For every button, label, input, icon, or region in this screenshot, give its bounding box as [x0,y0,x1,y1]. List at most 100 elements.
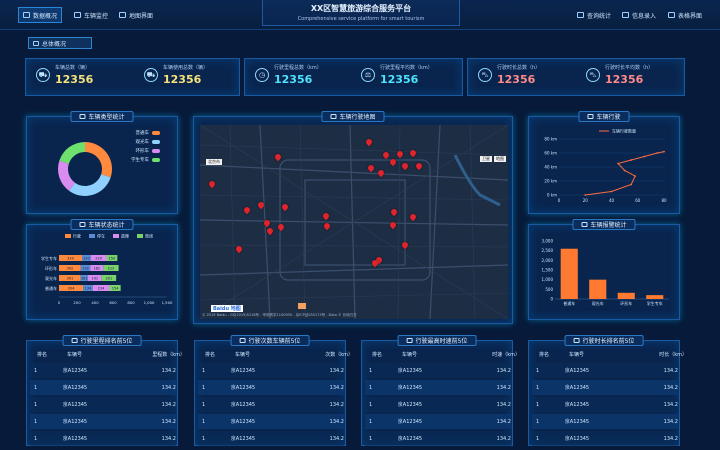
nav-query-stats[interactable]: 查询统计 [573,7,615,23]
cell-rank: 1 [34,367,38,374]
data-label: 150 [109,257,116,261]
category-label: 学生专车 [41,255,57,261]
nav-table-view[interactable]: 表格界面 [664,7,706,23]
column-header: 车辆号 [235,352,251,358]
map-satellite-toggle[interactable]: 卫星 [480,156,492,162]
data-label: 191 [91,277,98,281]
x-tick-label: 200 [73,300,81,305]
stat-vehicle-used: ⛟ 车辆使用总数（辆） 12356 [144,64,208,86]
panel-vehicle-status: 车辆状态统计 行驶 停车 故障 离线 学生专车 320 120 220 150 环形车 302 132… [26,219,178,320]
x-tick-label: 普通车 [563,300,575,306]
rank-icon [406,338,413,343]
table-row[interactable]: 1 京A12345 134.2 [30,380,176,395]
table-row[interactable]: 1 京A12345 134.2 [30,431,176,446]
table-row[interactable]: 1 京A12345 134.2 [532,363,678,378]
table-row[interactable]: 1 京A12345 134.2 [198,397,344,412]
panel-title: 行驶里程排名前5位 [62,335,142,346]
map-poi-marker [298,303,306,309]
nav-vehicle-monitor[interactable]: 车辆监控 [70,7,112,23]
cell-plate: 京A12345 [397,368,423,374]
nav-label: 车辆监控 [84,12,109,20]
page-title: XX区智慧旅游综合服务平台 [310,4,412,13]
cell-plate: 京A12345 [230,402,256,408]
data-label: 212 [108,267,115,271]
panel-title: 车辆报警统计 [572,219,636,230]
table-row[interactable]: 1 京A12345 134.2 [198,363,344,378]
x-tick-label: 40 [609,198,615,203]
stat-mileage-total: ◷ 行驶里程总数（km） 12356 [255,64,322,86]
map-roads [200,125,508,319]
data-label: 301 [66,277,73,281]
page-subtitle: Comprehensive service platform for smart… [297,16,425,22]
cell-plate: 京A12345 [397,385,423,391]
column-header: 排名 [37,352,48,358]
column-header: 排名 [205,352,216,358]
nav-map-view[interactable]: 地图界面 [115,7,157,23]
tab-overview[interactable]: 总体概况 [28,37,92,49]
panel-map: 车辆行驶地图 北京市 卫星 地图 Baidu 地图 © 2019 Baidu -… [193,111,513,324]
car-icon [79,114,86,119]
bar [646,295,664,299]
panel-vehicle-alarm: 车辆报警统计 0 500 1,000 1,500 2,000 2,500 3,000 普通车 观… [528,219,680,320]
line-chart: 车辆行驶数量 0 km 20 km 40 km 60 km 80 km 0 20 40 60 80 [544,128,667,204]
stat-value: 12356 [163,73,202,86]
panel-title: 车辆行驶地图 [321,111,385,122]
cell-value: 134.2 [496,367,511,374]
table-row[interactable]: 1 京A12345 134.2 [30,414,176,429]
table-header: 排名 车辆号 里程数（km） [33,351,185,358]
table-row[interactable]: 1 京A12345 134.2 [365,431,511,446]
table-row[interactable]: 1 京A12345 134.2 [198,380,344,395]
category-label: 环形车 [45,265,57,271]
data-point [663,150,665,153]
table-row[interactable]: 1 京A12345 134.2 [198,431,344,446]
cell-rank: 1 [202,418,206,425]
bar [560,248,578,299]
stat-mileage-average: ⚖ 行驶里程平均数（km） 12356 [361,64,433,86]
table-row[interactable]: 1 京A12345 134.2 [532,380,678,395]
table-row[interactable]: 1 京A12345 134.2 [532,414,678,429]
cell-plate: 京A12345 [564,368,590,374]
table-row[interactable]: 1 京A12345 134.2 [30,397,176,412]
data-label: 334 [68,287,75,291]
donut-slice [69,174,111,196]
column-header: 车辆号 [569,352,585,358]
cell-value: 134.2 [663,435,678,442]
cell-plate: 京A12345 [62,402,88,408]
nav-info-entry[interactable]: 信息录入 [618,7,660,23]
data-point [643,155,646,158]
y-tick-label: 500 [545,287,553,292]
x-tick-label: 1,500 [162,300,173,305]
table-row[interactable]: 1 京A12345 134.2 [365,380,511,395]
table-mileage-rank: 行驶里程排名前5位 排名 车辆号 里程数（km） 1 京A12345 134.2 1… [26,335,185,446]
cell-rank: 1 [202,384,206,391]
table-row[interactable]: 1 京A12345 134.2 [365,363,511,378]
table-row[interactable]: 1 京A12345 134.2 [532,431,678,446]
cell-plate: 京A12345 [62,436,88,442]
table-row[interactable]: 1 京A12345 134.2 [365,397,511,412]
nav-label: 查询统计 [587,12,612,20]
legend-swatch [137,234,143,238]
cell-rank: 1 [536,384,540,391]
table-row[interactable]: 1 京A12345 134.2 [532,397,678,412]
data-point [623,169,626,172]
cell-plate: 京A12345 [397,436,423,442]
table-row[interactable]: 1 京A12345 134.2 [198,414,344,429]
map-map-toggle[interactable]: 地图 [494,156,506,162]
nav-data-overview[interactable]: 数据概况 [18,7,63,23]
legend-label: 离线 [145,233,153,239]
table-row[interactable]: 1 京A12345 134.2 [30,363,176,378]
vehicle-map[interactable]: 北京市 卫星 地图 Baidu 地图 © 2019 Baidu - GS(201… [200,125,508,319]
cell-rank: 1 [536,418,540,425]
legend-label: 环形车 [136,147,150,154]
table-row[interactable]: 1 京A12345 134.2 [365,414,511,429]
table-top-speed-rank: 行驶最高时速前5位 排名 车辆号 时速（km） 1 京A12345 134.2 1 京… [361,335,520,446]
table-trip-count-rank: 行驶次数车辆前5位 排名 车辆号 次数（km） 1 京A12345 134.2 1 京… [194,335,353,446]
stat-label: 行驶里程平均数（km） [380,65,433,71]
panel-title-text: 车辆行驶地图 [339,114,376,121]
stat-duration-average: ⛍ 行驶时长平均数（h） 12356 [586,64,653,86]
cell-plate: 京A12345 [62,419,88,425]
cell-value: 134.2 [663,418,678,425]
data-label: 220 [95,257,102,261]
car-icon: ⛟ [144,68,158,82]
x-tick-label: 80 [661,198,667,203]
